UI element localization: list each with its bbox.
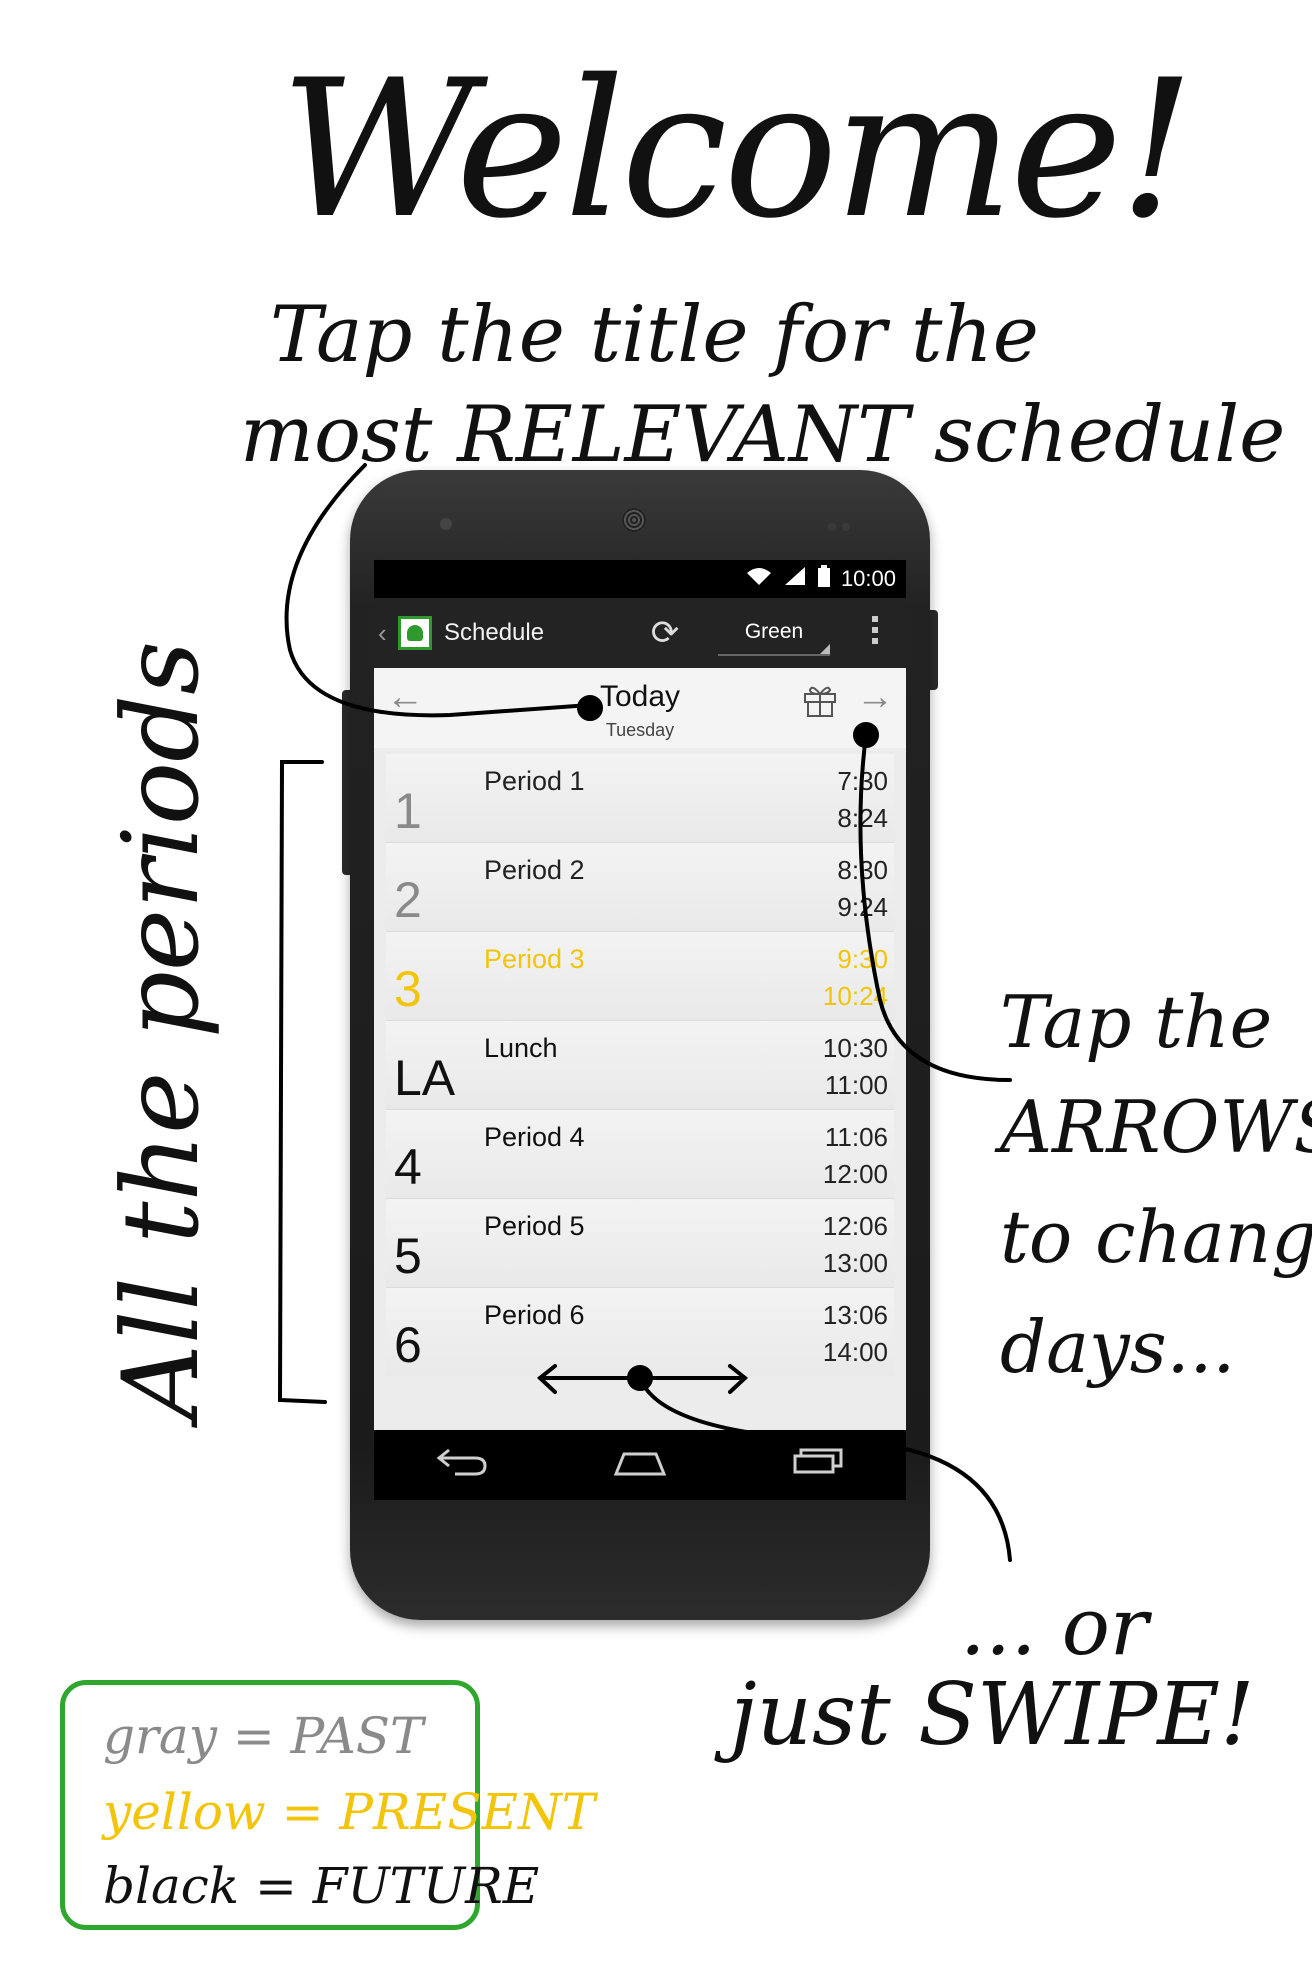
legend-yellow-present: yellow = PRESENT [103,1783,596,1841]
period-row[interactable]: 4 Period 4 11:06 12:00 [386,1110,894,1199]
period-name: Period 3 [484,944,585,974]
period-end-time: 12:00 [822,1159,888,1189]
legend-black-future: black = FUTURE [103,1857,540,1915]
period-end-time: 11:00 [824,1070,888,1100]
period-list[interactable]: 1 Period 1 7:30 8:24 2 Period 2 8:30 9:2… [386,754,894,1376]
period-row[interactable]: 3 Period 3 9:30 10:24 [386,932,894,1021]
period-number: 5 [394,1228,422,1284]
tap-title-note-line1: Tap the title for the [270,290,1039,380]
app-title[interactable]: Schedule [444,619,634,647]
status-time: 10:00 [840,566,896,591]
gift-icon[interactable] [802,682,838,718]
period-row[interactable]: 6 Period 6 13:06 14:00 [386,1288,894,1376]
period-row[interactable]: 5 Period 5 12:06 13:00 [386,1199,894,1288]
app-logo[interactable] [398,616,432,650]
front-camera [440,518,452,530]
proximity-sensors [828,518,858,531]
next-day-arrow-icon[interactable]: → [856,676,894,719]
period-number: 1 [394,783,422,839]
period-name: Period 2 [484,855,585,885]
period-number: 6 [394,1317,422,1373]
navigation-bar [374,1430,906,1500]
phone-frame: 10:00 ‹ Schedule ⟳ Green ← Today Tuesday [350,470,930,1620]
period-name: Period 4 [484,1122,585,1152]
period-start-time: 9:30 [837,944,888,974]
welcome-heading: Welcome! [280,39,1195,260]
period-name: Period 1 [484,766,585,796]
schedule-selector[interactable]: Green [718,610,830,656]
wifi-icon [745,565,773,593]
period-start-time: 13:06 [822,1300,888,1330]
period-start-time: 11:06 [824,1122,888,1152]
recents-icon[interactable] [791,1446,845,1485]
period-name: Period 6 [484,1300,585,1330]
periods-note: All the periods [100,640,222,1420]
period-name: Period 5 [484,1211,585,1241]
phone-screen: 10:00 ‹ Schedule ⟳ Green ← Today Tuesday [374,560,906,1500]
arrows-note-line1: Tap the [1000,980,1273,1064]
day-header: ← Today Tuesday → [374,668,906,748]
arrows-note-line3: to change [1000,1195,1312,1279]
home-icon[interactable] [612,1446,668,1485]
schedule-selector-value: Green [744,620,804,643]
period-name: Lunch [484,1033,558,1063]
color-legend: gray = PAST yellow = PRESENT black = FUT… [60,1680,595,1930]
battery-icon [817,565,831,593]
period-end-time: 14:00 [822,1337,888,1367]
action-bar: ‹ Schedule ⟳ Green [374,598,906,668]
up-caret-icon[interactable]: ‹ [378,618,392,649]
back-icon[interactable] [435,1446,489,1485]
period-start-time: 8:30 [837,855,888,885]
period-end-time: 10:24 [822,981,888,1011]
period-number: 4 [394,1139,422,1195]
period-end-time: 8:24 [837,803,888,833]
period-start-time: 7:30 [837,766,888,796]
arrows-note-line4: days... [1000,1305,1236,1389]
period-end-time: 13:00 [822,1248,888,1278]
tap-title-note-line2: most RELEVANT schedule [240,390,1286,480]
period-start-time: 12:06 [822,1211,888,1241]
period-row[interactable]: 2 Period 2 8:30 9:24 [386,843,894,932]
periods-bracket [277,760,327,1404]
arrows-note-line2: ARROWS [1000,1085,1312,1169]
day-subtitle: Tuesday [605,720,675,740]
swipe-note-line2: just SWIPE! [730,1665,1255,1765]
swipe-note-line1: ... or [960,1580,1149,1673]
period-end-time: 9:24 [837,892,888,922]
period-number: 2 [394,872,422,928]
period-number: 3 [394,961,422,1017]
legend-gray-past: gray = PAST [103,1707,424,1765]
signal-icon [783,565,807,593]
period-start-time: 10:30 [822,1033,888,1063]
period-number: LA [394,1050,456,1106]
status-bar: 10:00 [374,560,906,598]
overflow-menu-icon[interactable] [872,616,878,649]
earpiece-speaker [622,508,646,532]
period-row[interactable]: 1 Period 1 7:30 8:24 [386,754,894,843]
refresh-icon[interactable]: ⟳ [640,613,690,653]
period-row[interactable]: LA Lunch 10:30 11:00 [386,1021,894,1110]
